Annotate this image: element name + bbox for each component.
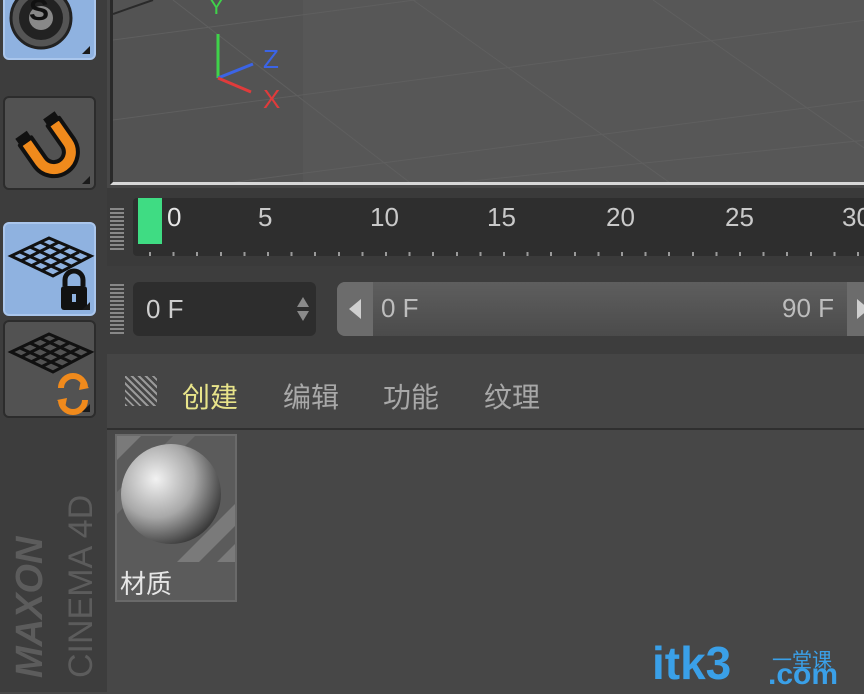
left-toolbar: S MAXON CINEMA 4D [0,0,107,692]
range-end-value: 90 F [782,293,835,323]
watermark-text: itk3 [652,637,732,689]
menu-create[interactable]: 创建 [182,376,238,416]
material-manager-menubar: 创建 编辑 功能 纹理 [107,354,864,430]
timeline-ruler[interactable]: 0 5 10 15 20 25 30 [133,198,864,256]
3d-viewport[interactable]: Y Z X [110,0,864,185]
material-grip[interactable] [125,376,157,406]
tick-label: 25 [725,202,754,232]
tick-marks [149,252,864,256]
material-thumbnail[interactable]: 材质 [115,434,237,602]
range-end-handle[interactable] [847,282,864,336]
tick-label: 30 [842,202,864,232]
timeline-grip[interactable] [110,208,124,250]
watermark-suffix: .com [768,658,839,691]
viewport-grid: Y Z X [113,0,864,182]
cinema4d-text: CINEMA 4D [62,495,100,678]
axis-x-label: X [263,84,280,114]
material-name: 材质 [120,570,173,600]
maxon-text: MAXON [9,535,51,678]
maxon-cinema4d-logo: MAXON CINEMA 4D [0,440,107,690]
current-frame-field[interactable]: 0 F [133,282,316,336]
frame-range-slider[interactable]: 0 F 90 F [337,282,864,336]
stepper-arrows-icon[interactable] [296,295,310,323]
left-arrow-icon [349,299,361,319]
tick-label: 10 [370,202,399,232]
site-watermark: itk3 一堂课 .com [648,634,864,692]
right-arrow-icon [857,299,864,319]
frame-range-bar: 0 F 0 F 90 F [107,266,864,354]
align-workplane-button[interactable] [3,320,96,418]
axis-y-label: Y [209,0,224,19]
tick-label: 15 [487,202,516,232]
current-frame-value: 0 F [146,294,184,324]
snap-tool-button[interactable]: S [3,0,96,60]
tick-label: 0 [167,202,182,232]
magnet-tool-button[interactable] [3,96,96,190]
playhead-marker[interactable] [138,198,162,244]
menu-texture[interactable]: 纹理 [484,376,540,416]
snap-icon-label: S [29,0,50,27]
locked-workplane-button[interactable] [3,222,96,316]
range-start-handle[interactable] [337,282,373,336]
frames-grip[interactable] [110,282,124,334]
menu-function[interactable]: 功能 [383,376,439,416]
axis-z-label: Z [263,44,279,74]
tick-label: 20 [606,202,635,232]
range-start-value: 0 F [381,293,419,323]
material-sphere-preview [117,436,235,562]
tick-label: 5 [258,202,273,232]
menu-edit[interactable]: 编辑 [283,376,339,416]
